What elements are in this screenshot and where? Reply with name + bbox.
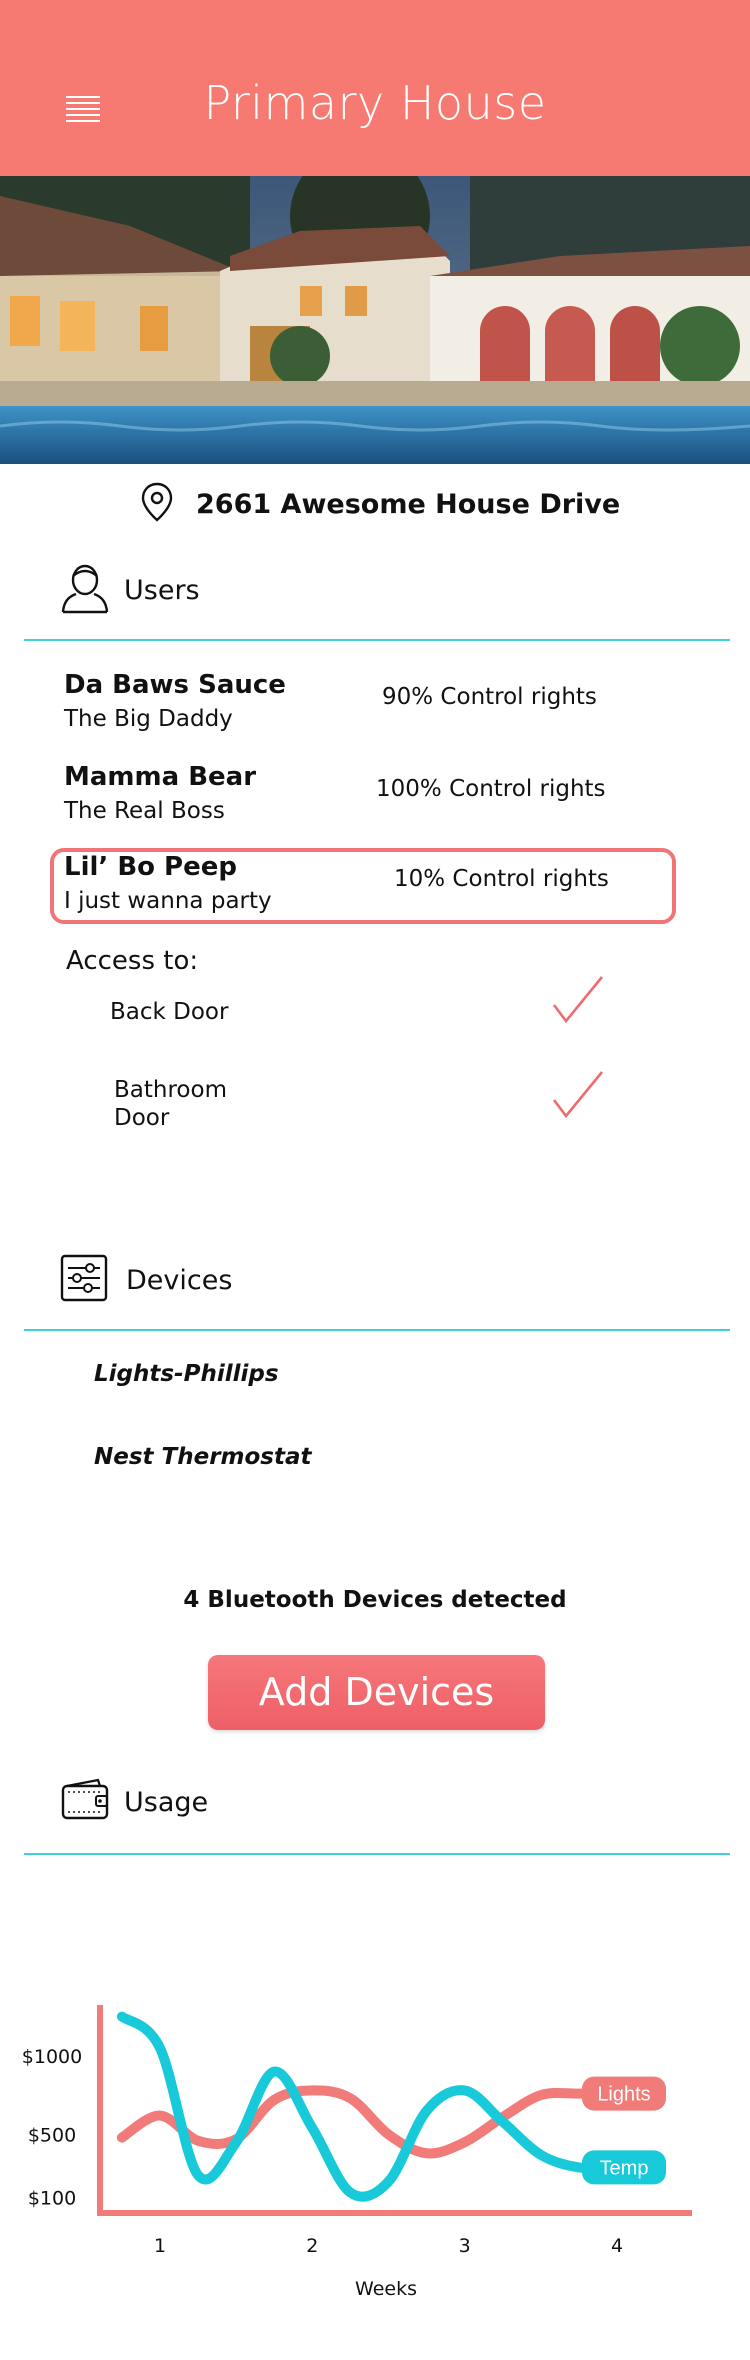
sliders-icon	[60, 1254, 108, 1306]
user-rights: 10% Control rights	[394, 866, 609, 892]
device-item[interactable]: Lights-Phillips	[94, 1361, 279, 1387]
x-tick-label: 3	[459, 2235, 471, 2257]
user-name: Lil’ Bo Peep	[64, 852, 237, 882]
y-tick-label: $500	[28, 2124, 76, 2146]
x-tick-label: 1	[154, 2235, 166, 2257]
svg-text:Lights: Lights	[597, 2084, 650, 2106]
usage-chart: Lights Temp $1000 $500 $100 1 2 3 4 Weeks	[0, 1960, 750, 2320]
app-header: Primary House	[0, 0, 750, 176]
users-divider	[24, 639, 730, 641]
user-subtitle: I just wanna party	[64, 888, 272, 914]
devices-divider	[24, 1329, 730, 1331]
usage-title: Usage	[124, 1786, 209, 1818]
house-photo	[0, 176, 750, 464]
address-row: 2661 Awesome House Drive	[140, 482, 621, 526]
device-item[interactable]: Nest Thermostat	[94, 1444, 312, 1470]
add-devices-button[interactable]: Add Devices	[208, 1655, 545, 1730]
series-label-temp: Temp	[582, 2150, 666, 2185]
user-rights: 90% Control rights	[382, 684, 597, 710]
x-tick-label: 4	[611, 2235, 623, 2257]
access-title: Access to:	[66, 946, 199, 976]
user-subtitle: The Big Daddy	[64, 706, 233, 732]
access-item-bathroom-door: Bathroom Door	[114, 1077, 227, 1131]
x-axis-label: Weeks	[355, 2278, 417, 2300]
wallet-icon	[60, 1778, 110, 1826]
x-tick-label: 2	[306, 2235, 318, 2257]
y-tick-label: $1000	[22, 2046, 82, 2068]
svg-text:Temp: Temp	[600, 2157, 649, 2179]
access-item-back-door: Back Door	[110, 999, 229, 1025]
y-tick-label: $100	[28, 2187, 76, 2209]
users-title: Users	[124, 574, 200, 606]
user-rights: 100% Control rights	[376, 776, 606, 802]
page-title: Primary House	[203, 76, 547, 130]
usage-divider	[24, 1853, 730, 1855]
user-subtitle: The Real Boss	[64, 798, 225, 824]
location-pin-icon	[140, 482, 174, 526]
series-label-lights: Lights	[582, 2076, 666, 2111]
bluetooth-status: 4 Bluetooth Devices detected	[183, 1587, 567, 1613]
user-name: Da Baws Sauce	[64, 670, 286, 700]
series-line-temp	[116, 2011, 622, 2202]
devices-section-header: Devices	[60, 1254, 232, 1306]
users-section-header: Users	[60, 562, 200, 618]
user-icon	[60, 562, 110, 618]
address-text: 2661 Awesome House Drive	[196, 488, 621, 520]
checkmark-icon[interactable]	[552, 975, 604, 1029]
devices-title: Devices	[126, 1264, 233, 1296]
series-line-lights	[116, 2085, 622, 2159]
checkmark-icon[interactable]	[552, 1070, 604, 1124]
usage-section-header: Usage	[60, 1778, 208, 1826]
user-name: Mamma Bear	[64, 762, 257, 792]
